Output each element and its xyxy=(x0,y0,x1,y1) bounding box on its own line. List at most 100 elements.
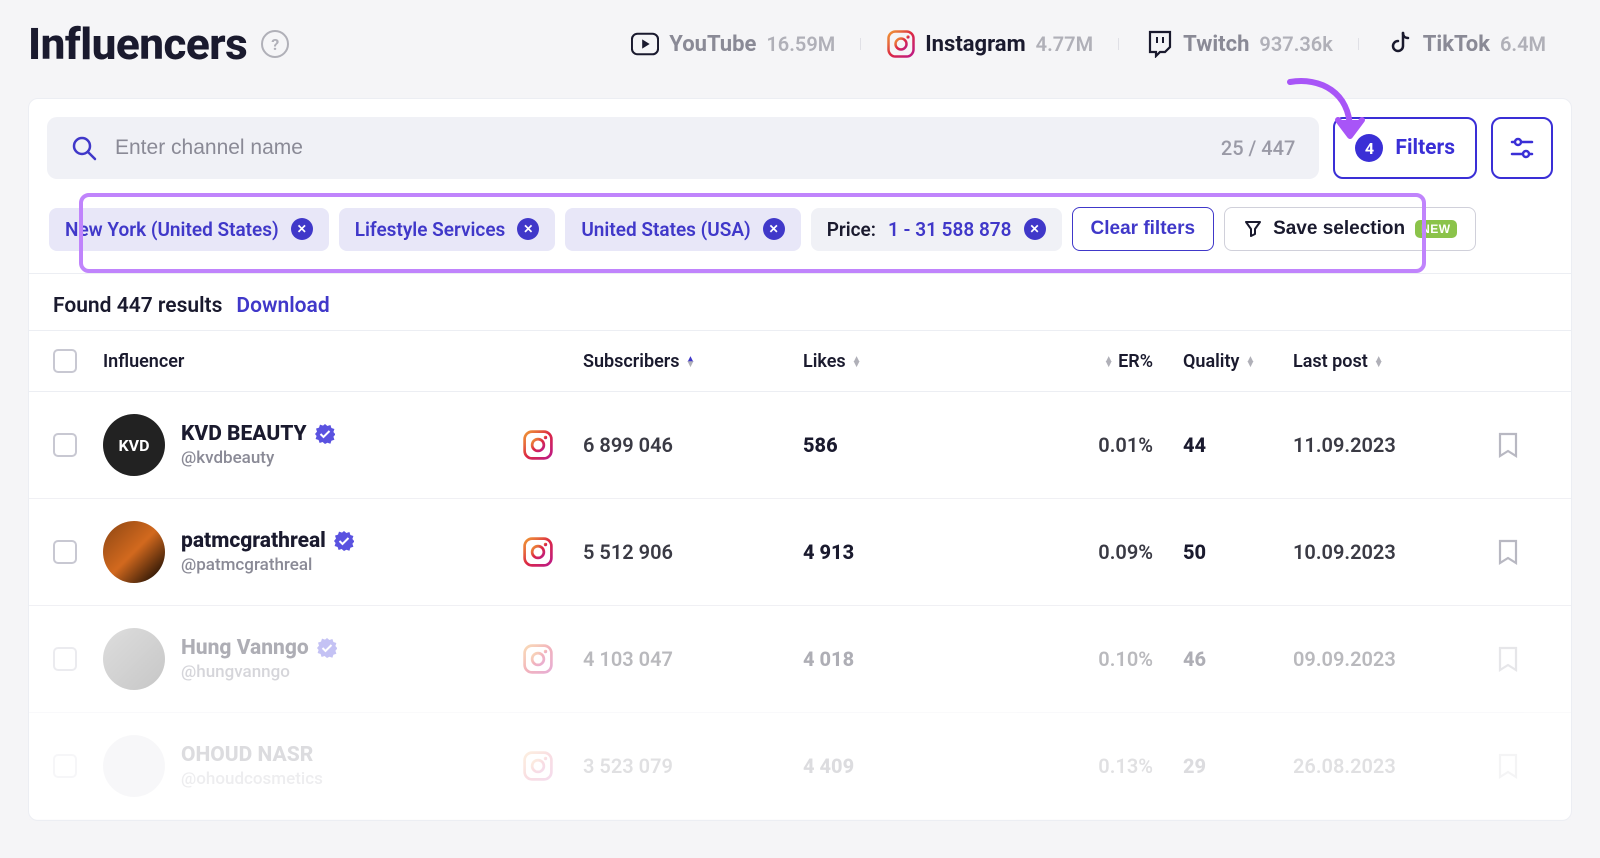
chip-remove-icon[interactable]: ✕ xyxy=(763,218,785,240)
influencer-handle[interactable]: @patmcgrathreal xyxy=(181,555,354,575)
bookmark-icon[interactable] xyxy=(1497,539,1547,565)
search-box[interactable]: 25 / 447 xyxy=(47,117,1319,179)
cell-lastpost: 11.09.2023 xyxy=(1293,433,1463,457)
platform-tiktok[interactable]: TikTok 6.4M xyxy=(1359,30,1572,58)
bookmark-icon[interactable] xyxy=(1497,432,1547,458)
save-selection-button[interactable]: Save selection NEW xyxy=(1224,207,1476,251)
settings-button[interactable] xyxy=(1491,117,1553,179)
cell-er: 0.01% xyxy=(1033,433,1153,457)
table-row[interactable]: Hung Vanngo @hungvanngo 4 103 047 4 018 … xyxy=(29,606,1571,713)
platform-count: 6.4M xyxy=(1500,32,1546,56)
row-checkbox[interactable] xyxy=(53,754,77,778)
clear-filters-button[interactable]: Clear filters xyxy=(1072,207,1215,251)
results-count: Found 447 results xyxy=(53,294,222,318)
cell-likes: 4 913 xyxy=(803,540,1033,564)
col-influencer[interactable]: Influencer xyxy=(103,351,583,372)
cell-lastpost: 26.08.2023 xyxy=(1293,754,1463,778)
table-header: Influencer Subscribers▲▼ Likes▲▼ ▲▼ ER% … xyxy=(29,330,1571,392)
influencer-handle[interactable]: @kvdbeauty xyxy=(181,448,335,468)
verified-icon xyxy=(334,531,354,551)
table-row[interactable]: patmcgrathreal @patmcgrathreal 5 512 906… xyxy=(29,499,1571,606)
cell-quality: 50 xyxy=(1153,540,1293,564)
platform-twitch[interactable]: Twitch 937.36k xyxy=(1119,30,1359,58)
bookmark-icon[interactable] xyxy=(1497,646,1547,672)
row-checkbox[interactable] xyxy=(53,540,77,564)
cell-subscribers: 3 523 079 xyxy=(583,754,803,778)
sort-icon: ▲▼ xyxy=(1374,357,1384,367)
col-er[interactable]: ▲▼ ER% xyxy=(1033,351,1153,372)
filters-count-badge: 4 xyxy=(1355,134,1383,162)
row-checkbox[interactable] xyxy=(53,433,77,457)
filters-label: Filters xyxy=(1395,136,1455,160)
cell-quality: 29 xyxy=(1153,754,1293,778)
chip-prefix: Price: xyxy=(827,218,876,241)
instagram-icon xyxy=(887,30,915,58)
col-lastpost[interactable]: Last post▲▼ xyxy=(1293,351,1463,372)
cell-subscribers: 4 103 047 xyxy=(583,647,803,671)
page-title: Influencers xyxy=(28,18,247,70)
platform-count: 4.77M xyxy=(1036,32,1093,56)
col-likes[interactable]: Likes▲▼ xyxy=(803,351,1033,372)
bookmark-icon[interactable] xyxy=(1497,753,1547,779)
instagram-icon xyxy=(523,751,553,781)
avatar: KVD xyxy=(103,414,165,476)
col-subscribers[interactable]: Subscribers▲▼ xyxy=(583,351,803,372)
filter-chip-category[interactable]: Lifestyle Services ✕ xyxy=(339,208,556,251)
avatar xyxy=(103,735,165,797)
instagram-icon xyxy=(523,537,553,567)
instagram-icon xyxy=(523,430,553,460)
chip-label: United States (USA) xyxy=(581,218,750,241)
sort-icon: ▲▼ xyxy=(1104,357,1114,367)
search-count: 25 / 447 xyxy=(1221,136,1296,160)
cell-er: 0.09% xyxy=(1033,540,1153,564)
influencer-name[interactable]: patmcgrathreal xyxy=(181,529,354,553)
cell-er: 0.13% xyxy=(1033,754,1153,778)
instagram-icon xyxy=(523,644,553,674)
chip-remove-icon[interactable]: ✕ xyxy=(1024,218,1046,240)
download-link[interactable]: Download xyxy=(236,294,329,318)
chip-value: 1 - 31 588 878 xyxy=(888,218,1012,241)
filter-chip-location[interactable]: New York (United States) ✕ xyxy=(49,208,329,251)
sort-icon: ▲▼ xyxy=(852,357,862,367)
col-quality[interactable]: Quality▲▼ xyxy=(1153,351,1293,372)
cell-subscribers: 5 512 906 xyxy=(583,540,803,564)
platform-instagram[interactable]: Instagram 4.77M xyxy=(861,30,1119,58)
select-all-checkbox[interactable] xyxy=(53,349,77,373)
sort-icon: ▲▼ xyxy=(686,357,696,367)
filter-chip-country[interactable]: United States (USA) ✕ xyxy=(565,208,800,251)
influencer-handle[interactable]: @ohoudcosmetics xyxy=(181,769,323,789)
table-row[interactable]: KVD KVD BEAUTY @kvdbeauty 6 899 046 586 … xyxy=(29,392,1571,499)
save-selection-label: Save selection xyxy=(1273,218,1405,240)
youtube-icon xyxy=(631,30,659,58)
search-input[interactable] xyxy=(115,136,1203,160)
chip-remove-icon[interactable]: ✕ xyxy=(517,218,539,240)
platform-label: TikTok xyxy=(1423,32,1490,57)
cell-quality: 44 xyxy=(1153,433,1293,457)
platform-youtube[interactable]: YouTube 16.59M xyxy=(605,30,861,58)
avatar xyxy=(103,521,165,583)
chip-label: Lifestyle Services xyxy=(355,218,506,241)
filters-button[interactable]: 4 Filters xyxy=(1333,117,1477,179)
influencer-name[interactable]: OHOUD NASR xyxy=(181,743,323,767)
influencer-handle[interactable]: @hungvanngo xyxy=(181,662,337,682)
platform-label: Twitch xyxy=(1183,32,1249,57)
platform-tabs: YouTube 16.59M Instagram 4.77M Twitch 93… xyxy=(605,30,1572,58)
influencer-name[interactable]: Hung Vanngo xyxy=(181,636,337,660)
sort-icon: ▲▼ xyxy=(1245,357,1255,367)
table-row[interactable]: OHOUD NASR @ohoudcosmetics 3 523 079 4 4… xyxy=(29,713,1571,820)
tiktok-icon xyxy=(1385,30,1413,58)
influencer-name[interactable]: KVD BEAUTY xyxy=(181,422,335,446)
search-icon xyxy=(71,135,97,161)
chip-remove-icon[interactable]: ✕ xyxy=(291,218,313,240)
chip-label: New York (United States) xyxy=(65,218,279,241)
cell-likes: 586 xyxy=(803,433,1033,457)
row-checkbox[interactable] xyxy=(53,647,77,671)
cell-lastpost: 09.09.2023 xyxy=(1293,647,1463,671)
platform-label: YouTube xyxy=(669,32,756,57)
verified-icon xyxy=(317,638,337,658)
verified-icon xyxy=(315,424,335,444)
filter-chip-price[interactable]: Price: 1 - 31 588 878 ✕ xyxy=(811,208,1062,251)
platform-count: 16.59M xyxy=(766,32,835,56)
help-icon[interactable]: ? xyxy=(261,30,289,58)
new-badge: NEW xyxy=(1415,220,1457,238)
